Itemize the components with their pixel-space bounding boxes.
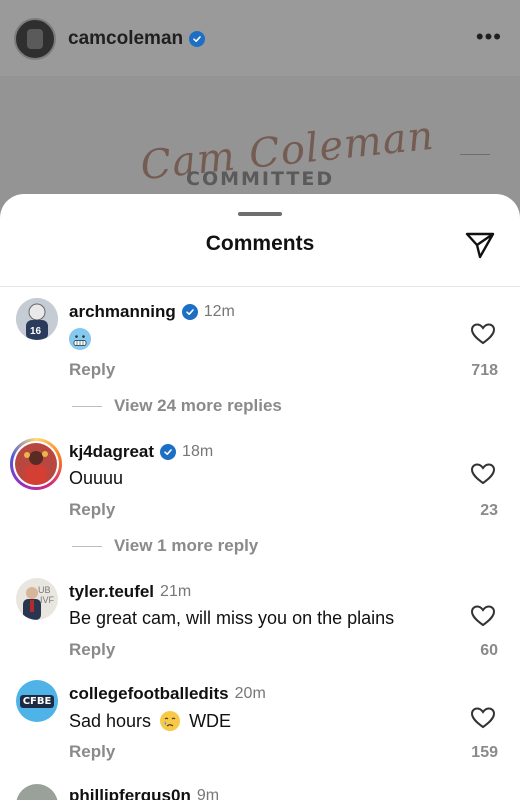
comment-header: kj4dagreat 18m <box>69 442 213 462</box>
comments-sheet: Comments 16 archmanning 12m Reply 718 Vi… <box>0 194 520 800</box>
comment-text: Ouuuu <box>69 468 124 488</box>
comment-text-after: WDE <box>189 710 232 731</box>
like-count: 60 <box>480 642 498 659</box>
verified-badge-icon <box>160 444 177 460</box>
share-icon[interactable] <box>464 230 496 260</box>
svg-text:16: 16 <box>30 326 42 337</box>
comment-text: Sad hours WDE <box>69 710 231 732</box>
author-username[interactable]: camcoleman <box>68 28 183 50</box>
commenter-username[interactable]: phillipfergus0n <box>69 786 191 800</box>
commenter-avatar-story-ring[interactable] <box>10 438 62 490</box>
comment-time: 9m <box>196 787 220 800</box>
like-heart-icon[interactable] <box>470 322 496 346</box>
comment-header: collegefootballedits 20m <box>69 684 266 704</box>
svg-text:UB: UB <box>38 585 51 595</box>
crying-face-emoji-icon <box>159 710 181 732</box>
commenter-username[interactable]: archmanning <box>69 302 176 322</box>
header-divider <box>0 286 520 287</box>
thread-line <box>72 405 102 407</box>
commenter-avatar[interactable]: CFBE <box>16 680 58 722</box>
commenter-avatar[interactable] <box>16 784 58 800</box>
comment-time: 12m <box>203 303 235 320</box>
commenter-avatar[interactable]: UB IVF <box>16 578 58 620</box>
comment-text <box>69 328 91 350</box>
avatar-logo-text: CFBE <box>19 694 55 708</box>
commenter-username[interactable]: tyler.teufel <box>69 582 154 602</box>
view-more-replies[interactable]: View 1 more reply <box>72 536 258 556</box>
commenter-avatar[interactable]: 16 <box>16 298 58 340</box>
sheet-title: Comments <box>205 232 315 255</box>
reply-button[interactable]: Reply <box>69 500 115 520</box>
view-more-replies[interactable]: View 24 more replies <box>72 396 282 416</box>
thread-line <box>72 545 102 547</box>
post-overlay-text: COMMITTED <box>186 168 335 190</box>
like-count: 159 <box>471 744 498 761</box>
comment-header: phillipfergus0n 9m <box>69 786 219 800</box>
author-username-row[interactable]: camcoleman <box>68 28 206 50</box>
comment-time: 20m <box>234 685 266 702</box>
more-options-icon[interactable]: ••• <box>476 24 502 50</box>
view-more-replies-label[interactable]: View 1 more reply <box>114 536 258 556</box>
comment-text-before: Sad hours <box>69 710 152 731</box>
verified-badge-icon <box>181 304 198 320</box>
cold-face-emoji-icon <box>69 328 91 350</box>
svg-text:IVF: IVF <box>40 595 55 605</box>
reply-button[interactable]: Reply <box>69 640 115 660</box>
like-heart-icon[interactable] <box>470 604 496 628</box>
verified-badge-icon <box>189 31 206 47</box>
commenter-username[interactable]: kj4dagreat <box>69 442 154 462</box>
reply-button[interactable]: Reply <box>69 360 115 380</box>
post-decor-line <box>460 154 490 155</box>
comment-time: 18m <box>182 443 214 460</box>
comment-header: tyler.teufel 21m <box>69 582 191 602</box>
commenter-username[interactable]: collegefootballedits <box>69 684 229 704</box>
post-header: camcoleman ••• <box>0 0 520 76</box>
reply-button[interactable]: Reply <box>69 742 115 762</box>
comment-time: 21m <box>160 583 192 600</box>
comment-text: Be great cam, will miss you on the plain… <box>69 608 395 628</box>
author-avatar[interactable] <box>14 18 56 60</box>
like-count: 23 <box>480 502 498 519</box>
like-heart-icon[interactable] <box>470 462 496 486</box>
view-more-replies-label[interactable]: View 24 more replies <box>114 396 282 416</box>
like-heart-icon[interactable] <box>470 706 496 730</box>
comment-header: archmanning 12m <box>69 302 235 322</box>
like-count: 718 <box>471 362 498 379</box>
sheet-drag-handle[interactable] <box>238 212 282 216</box>
